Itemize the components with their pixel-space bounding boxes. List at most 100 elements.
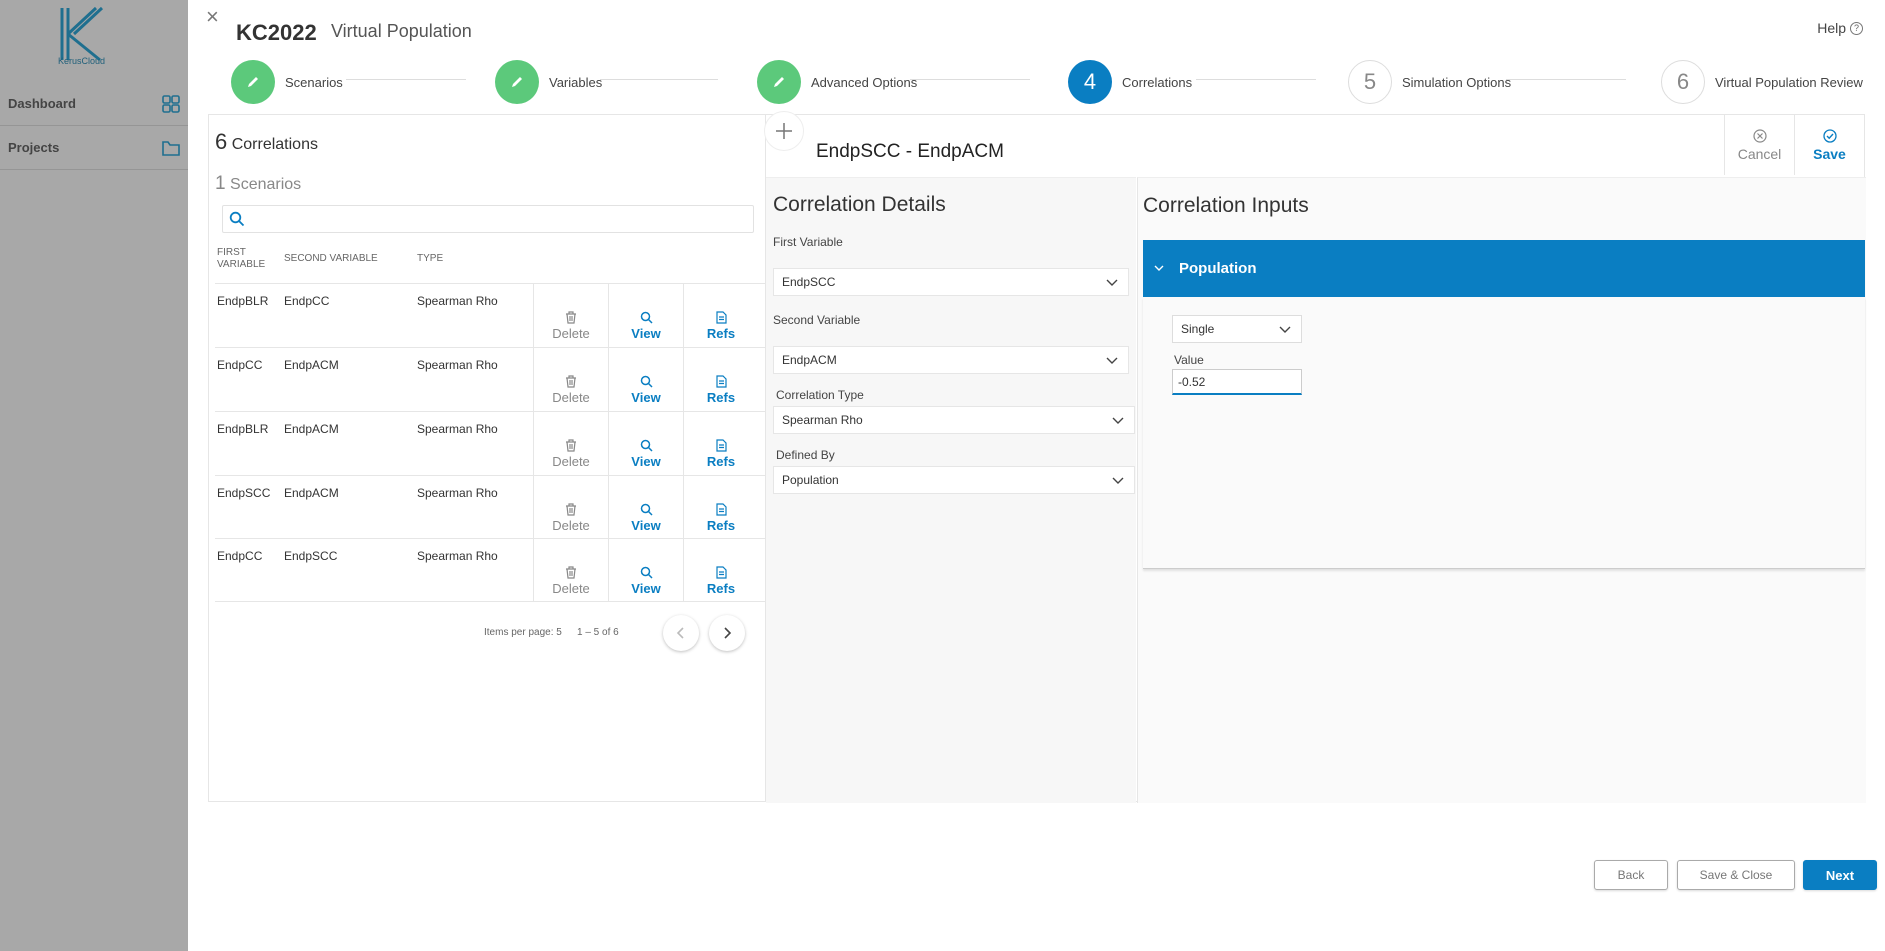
cell-first-variable: EndpBLR — [217, 422, 269, 436]
step-label: Variables — [549, 74, 603, 90]
close-icon[interactable]: × — [206, 6, 219, 28]
table-header: FIRST VARIABLE SECOND VARIABLE TYPE — [215, 247, 765, 281]
step-label: Correlations — [1122, 74, 1193, 90]
cancel-label: Cancel — [1737, 145, 1782, 162]
cell-first-variable: EndpSCC — [217, 486, 271, 500]
view-button[interactable]: View — [608, 284, 683, 347]
save-button[interactable]: Save — [1794, 115, 1864, 175]
view-label: View — [631, 581, 661, 596]
correlation-details-title: Correlation Details — [773, 193, 946, 216]
refs-button[interactable]: Refs — [683, 412, 758, 475]
refs-button[interactable]: Refs — [683, 476, 758, 539]
cancel-button[interactable]: Cancel — [1724, 115, 1794, 175]
population-label: Population — [1179, 260, 1257, 277]
step-connector — [1196, 79, 1316, 80]
population-accordion-header[interactable]: Population — [1143, 240, 1865, 297]
table-row[interactable]: EndpCC EndpSCC Spearman Rho Delete View … — [215, 538, 765, 602]
delete-button[interactable]: Delete — [533, 539, 608, 602]
document-icon — [715, 375, 727, 388]
chevron-down-icon — [1106, 279, 1118, 286]
search-icon — [229, 211, 245, 227]
step-label: Simulation Options — [1402, 74, 1512, 90]
table-row[interactable]: EndpCC EndpACM Spearman Rho Delete View … — [215, 347, 765, 411]
next-page-button[interactable] — [709, 615, 745, 651]
edit-icon — [231, 60, 275, 104]
cell-type: Spearman Rho — [417, 422, 498, 436]
defined-by-select[interactable]: Population — [773, 466, 1135, 494]
sidebar-item-projects[interactable]: Projects — [0, 126, 190, 170]
page-subtitle: Virtual Population — [331, 21, 472, 41]
step-number: 6 — [1661, 60, 1705, 104]
search-box — [222, 205, 754, 233]
second-variable-label: Second Variable — [773, 313, 861, 327]
first-variable-select[interactable]: EndpSCC — [773, 268, 1129, 296]
search-icon — [640, 566, 653, 579]
view-button[interactable]: View — [608, 348, 683, 411]
previous-page-button[interactable] — [663, 615, 699, 651]
refs-label: Refs — [706, 326, 736, 341]
help-link[interactable]: Help ? — [1817, 20, 1863, 36]
chevron-right-icon — [724, 627, 732, 639]
scenario-count: 1 Scenarios — [215, 173, 301, 195]
app-sidebar: KerusCloud Dashboard Projects — [0, 0, 190, 951]
document-icon — [715, 311, 727, 324]
grid-icon — [162, 95, 180, 113]
next-button[interactable]: Next — [1803, 860, 1877, 890]
chevron-left-icon — [676, 627, 684, 639]
view-button[interactable]: View — [608, 476, 683, 539]
cell-second-variable: EndpACM — [284, 358, 339, 372]
correlation-type-select[interactable]: Spearman Rho — [773, 406, 1135, 434]
delete-label: Delete — [552, 454, 590, 469]
value-input[interactable] — [1172, 369, 1302, 395]
logo-text: KerusCloud — [58, 56, 106, 66]
table-row[interactable]: EndpBLR EndpACM Spearman Rho Delete View… — [215, 411, 765, 475]
chevron-down-icon — [1279, 326, 1291, 333]
correlation-type-label: Correlation Type — [776, 388, 864, 402]
delete-button[interactable]: Delete — [533, 412, 608, 475]
search-icon — [640, 439, 653, 452]
view-button[interactable]: View — [608, 539, 683, 602]
sidebar-item-label: Projects — [8, 140, 60, 155]
step-advanced-options[interactable]: Advanced Options — [757, 60, 917, 104]
value-mode-select[interactable]: Single — [1172, 315, 1302, 343]
step-simulation-options[interactable]: 5 Simulation Options — [1348, 60, 1511, 104]
second-variable-select[interactable]: EndpACM — [773, 346, 1129, 374]
refs-button[interactable]: Refs — [683, 539, 758, 602]
correlation-type-value: Spearman Rho — [782, 413, 863, 427]
back-button[interactable]: Back — [1594, 860, 1668, 890]
help-icon: ? — [1850, 21, 1863, 35]
delete-button[interactable]: Delete — [533, 476, 608, 539]
check-circle-icon — [1822, 128, 1837, 143]
add-correlation-button[interactable] — [764, 111, 804, 151]
column-header-type: TYPE — [417, 253, 444, 264]
delete-label: Delete — [552, 390, 590, 405]
refs-button[interactable]: Refs — [683, 284, 758, 347]
view-button[interactable]: View — [608, 412, 683, 475]
correlation-count-number: 6 — [215, 129, 228, 154]
delete-button[interactable]: Delete — [533, 284, 608, 347]
chevron-down-icon — [1112, 477, 1124, 484]
edit-icon — [495, 60, 539, 104]
save-and-close-button[interactable]: Save & Close — [1677, 860, 1795, 890]
sidebar-item-dashboard[interactable]: Dashboard — [0, 82, 190, 126]
step-scenarios[interactable]: Scenarios — [231, 60, 343, 104]
step-virtual-population-review[interactable]: 6 Virtual Population Review — [1661, 60, 1863, 104]
refs-button[interactable]: Refs — [683, 348, 758, 411]
search-input[interactable] — [251, 208, 747, 230]
trash-icon — [566, 375, 576, 388]
step-correlations[interactable]: 4 Correlations — [1068, 60, 1192, 104]
table-row[interactable]: EndpSCC EndpACM Spearman Rho Delete View… — [215, 475, 765, 539]
value-mode-value: Single — [1181, 322, 1215, 336]
correlation-details-section: Correlation Details First Variable EndpS… — [766, 177, 1136, 803]
table-row[interactable]: EndpBLR EndpCC Spearman Rho Delete View … — [215, 283, 765, 347]
step-variables[interactable]: Variables — [495, 60, 602, 104]
first-variable-value: EndpSCC — [782, 275, 836, 289]
cell-type: Spearman Rho — [417, 486, 498, 500]
chevron-down-icon — [1112, 417, 1124, 424]
paginator: Items per page: 5 1 – 5 of 6 — [484, 615, 764, 651]
view-label: View — [631, 390, 661, 405]
search-icon — [640, 311, 653, 324]
delete-button[interactable]: Delete — [533, 348, 608, 411]
edit-icon — [757, 60, 801, 104]
scenario-count-label: Scenarios — [230, 176, 302, 193]
